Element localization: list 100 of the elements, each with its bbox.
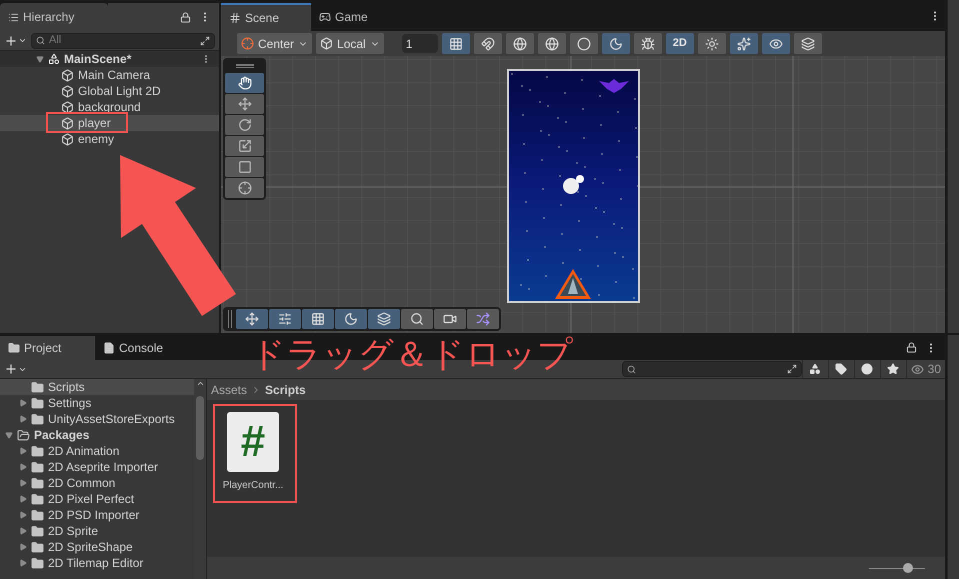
folder-icon bbox=[31, 444, 44, 458]
move-tool[interactable] bbox=[225, 94, 264, 114]
snap-toggle[interactable] bbox=[474, 33, 502, 54]
add-button[interactable] bbox=[4, 362, 27, 376]
breadcrumb-item[interactable]: Assets bbox=[211, 380, 248, 398]
hierarchy-tab[interactable]: Hierarchy bbox=[0, 3, 108, 31]
package-item[interactable]: 2D Common bbox=[0, 475, 194, 491]
drag-handle[interactable] bbox=[228, 310, 232, 328]
hidden-count-button[interactable]: 30 bbox=[906, 360, 945, 378]
folder-icon bbox=[31, 396, 44, 410]
lock-icon[interactable] bbox=[180, 12, 191, 22]
rotate-icon bbox=[238, 118, 252, 132]
script-file-item[interactable]: # PlayerContr... bbox=[214, 406, 292, 500]
hierarchy-item[interactable]: Main Camera bbox=[0, 67, 219, 83]
space-dropdown[interactable]: Local bbox=[316, 33, 384, 54]
move-icon bbox=[245, 312, 259, 326]
visibility-toggle[interactable] bbox=[762, 33, 790, 54]
panel-tab[interactable]: Console bbox=[95, 336, 190, 360]
add-button[interactable] bbox=[4, 34, 27, 48]
package-item[interactable]: 2D Animation bbox=[0, 443, 194, 459]
moon-icon bbox=[344, 312, 358, 326]
open-folder-icon bbox=[17, 428, 30, 442]
triangle-arrow-icon[interactable] bbox=[19, 415, 27, 423]
tag-icon bbox=[835, 363, 848, 375]
hierarchy-item[interactable]: player bbox=[0, 115, 219, 131]
hierarchy-item[interactable]: enemy bbox=[0, 131, 219, 147]
search-icon bbox=[36, 36, 45, 45]
camera-overlay-toggle[interactable] bbox=[434, 309, 466, 329]
view-tab[interactable]: Game bbox=[311, 3, 401, 31]
drag-handle[interactable] bbox=[236, 64, 254, 68]
mode-toggle[interactable]: 2D bbox=[666, 33, 694, 54]
grid-toggle[interactable] bbox=[442, 33, 470, 54]
hash-icon bbox=[229, 12, 241, 24]
sliders-overlay-toggle[interactable] bbox=[269, 309, 301, 329]
search-overlay-toggle[interactable] bbox=[401, 309, 433, 329]
hierarchy-item[interactable]: background bbox=[0, 99, 219, 115]
move-overlay-toggle[interactable] bbox=[236, 309, 268, 329]
hand-tool[interactable] bbox=[225, 73, 264, 93]
package-item[interactable]: 2D Sprite bbox=[0, 523, 194, 539]
layers-toggle[interactable] bbox=[794, 33, 822, 54]
package-item[interactable]: 2D SpriteShape bbox=[0, 539, 194, 555]
wireframe-toggle[interactable] bbox=[506, 33, 534, 54]
lock-icon[interactable] bbox=[906, 342, 917, 353]
eye-icon bbox=[768, 36, 783, 50]
expand-icon[interactable] bbox=[786, 364, 797, 374]
sparkles-icon bbox=[736, 36, 751, 50]
triangle-arrow-icon[interactable] bbox=[19, 399, 27, 407]
script-file-icon: # bbox=[227, 412, 279, 472]
asteroid-icon bbox=[562, 175, 584, 195]
hierarchy-item[interactable]: Global Light 2D bbox=[0, 83, 219, 99]
eye-icon bbox=[910, 362, 924, 376]
rect-icon bbox=[238, 160, 252, 174]
annotation-text: ドラッグ＆ドロップ bbox=[250, 334, 573, 377]
shaded-toggle[interactable] bbox=[570, 33, 598, 54]
package-item[interactable]: 2D PSD Importer bbox=[0, 507, 194, 523]
folder-item[interactable]: Scripts bbox=[0, 379, 194, 395]
move-icon bbox=[238, 97, 252, 111]
plus-icon bbox=[4, 362, 18, 376]
pivot-dropdown[interactable]: Center bbox=[237, 33, 312, 54]
effects-toggle[interactable] bbox=[730, 33, 758, 54]
shadedwireframe-toggle[interactable] bbox=[538, 33, 566, 54]
cube-icon bbox=[61, 100, 74, 114]
package-item[interactable]: 2D Pixel Perfect bbox=[0, 491, 194, 507]
layers-overlay-toggle[interactable] bbox=[368, 309, 400, 329]
unlit-toggle[interactable] bbox=[602, 33, 630, 54]
gizmos-toggle[interactable] bbox=[634, 33, 662, 54]
snap-value-field[interactable]: 1 bbox=[402, 34, 438, 53]
transform-tool[interactable] bbox=[225, 178, 264, 198]
breadcrumb-item[interactable]: Scripts bbox=[265, 380, 306, 398]
scrollbar-thumb[interactable] bbox=[196, 396, 204, 460]
shuffle-overlay-toggle[interactable] bbox=[467, 309, 499, 329]
rect-tool[interactable] bbox=[225, 157, 264, 177]
moon-overlay-toggle[interactable] bbox=[335, 309, 367, 329]
sliders-icon bbox=[278, 312, 292, 326]
search-field[interactable] bbox=[622, 361, 802, 377]
grid-overlay-toggle[interactable] bbox=[302, 309, 334, 329]
zoom-slider[interactable] bbox=[869, 563, 925, 573]
view-tab[interactable]: Scene bbox=[221, 3, 311, 31]
lighting-toggle[interactable] bbox=[698, 33, 726, 54]
scene-row[interactable]: MainScene* bbox=[0, 51, 219, 67]
folder-item[interactable]: Settings bbox=[0, 395, 194, 411]
panel-tab[interactable]: Project bbox=[0, 336, 95, 360]
grid-icon bbox=[448, 36, 463, 50]
scale-tool[interactable] bbox=[225, 136, 264, 156]
file-name: PlayerContr... bbox=[222, 479, 284, 493]
rotate-tool[interactable] bbox=[225, 115, 264, 135]
folder-item[interactable]: UnityAssetStoreExports bbox=[0, 411, 194, 427]
package-item[interactable]: 2D Aseprite Importer bbox=[0, 459, 194, 475]
folder-icon bbox=[31, 492, 44, 506]
folder-icon bbox=[8, 342, 20, 354]
triangle-arrow-icon[interactable] bbox=[5, 431, 13, 439]
scroll-up-icon[interactable] bbox=[196, 379, 204, 388]
search-icon bbox=[626, 364, 636, 374]
package-item[interactable]: 2D Tilemap Editor bbox=[0, 555, 194, 571]
triangle-arrow-icon[interactable] bbox=[36, 55, 44, 63]
expand-icon[interactable] bbox=[200, 36, 210, 46]
search-field[interactable]: All bbox=[31, 32, 215, 48]
cube-icon bbox=[320, 37, 334, 50]
globe-icon bbox=[544, 36, 559, 50]
packages-folder-item[interactable]: Packages bbox=[0, 427, 194, 443]
